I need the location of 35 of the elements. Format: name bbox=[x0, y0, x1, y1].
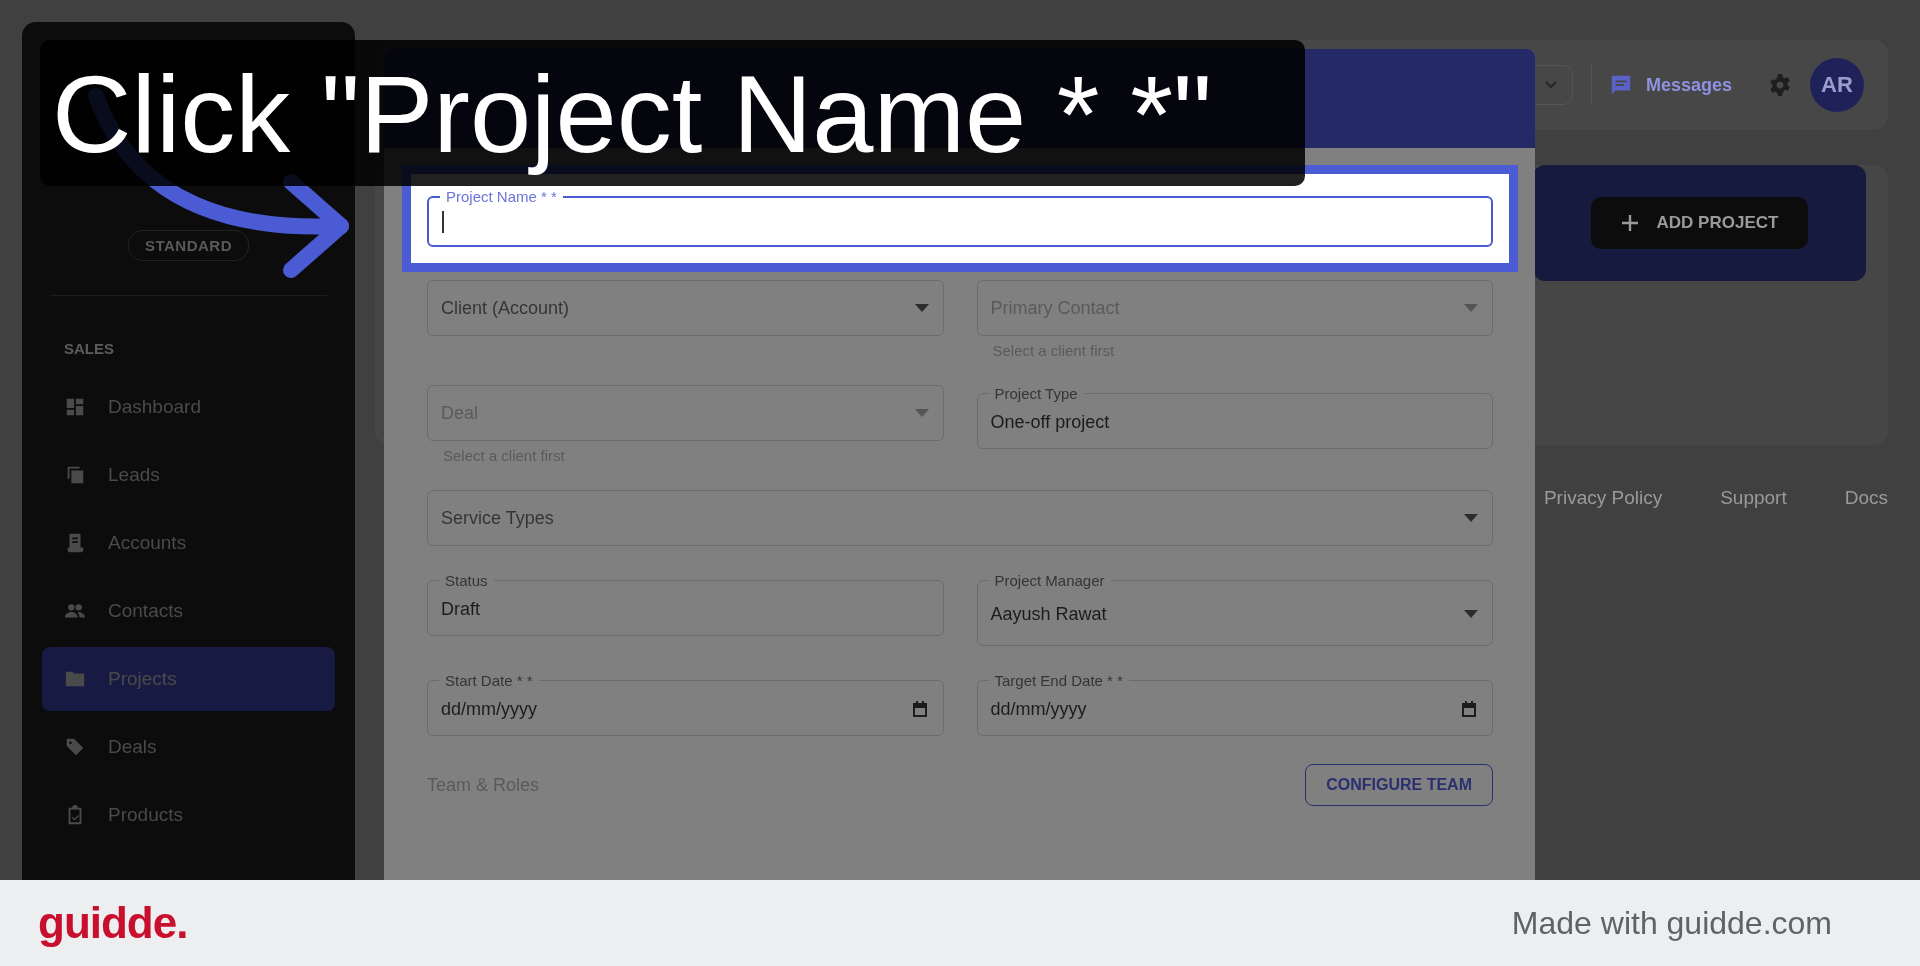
caption-banner: Click "Project Name * *" bbox=[40, 40, 1305, 186]
select-field[interactable]: Client (Account) bbox=[427, 280, 944, 336]
dropdown-arrow-icon bbox=[914, 304, 929, 312]
messages-link[interactable]: Messages bbox=[1609, 74, 1732, 96]
dropdown-arrow-icon bbox=[1464, 514, 1478, 522]
sidebar-item[interactable]: Products bbox=[42, 783, 335, 847]
user-avatar[interactable]: AR bbox=[1810, 58, 1864, 112]
sidebar-item[interactable]: Leads bbox=[42, 443, 335, 507]
made-with-text: Made with guidde.com bbox=[1511, 904, 1832, 942]
tag-icon bbox=[64, 736, 86, 758]
text-field[interactable]: Project Type One-off project bbox=[976, 385, 1493, 449]
calendar-icon[interactable] bbox=[910, 700, 929, 718]
plan-badge: STANDARD bbox=[127, 230, 250, 261]
dropdown-arrow-icon bbox=[1464, 610, 1478, 618]
sidebar-item[interactable]: Contacts bbox=[42, 579, 335, 643]
select-field[interactable]: Service Types bbox=[427, 490, 1493, 546]
brand-logo: guidde. bbox=[38, 898, 188, 948]
sidebar-item[interactable]: Dashboard bbox=[42, 375, 335, 439]
dashboard-icon bbox=[64, 396, 86, 418]
add-project-button[interactable]: ADD PROJECT bbox=[1590, 197, 1809, 249]
configure-team-button[interactable]: CONFIGURE TEAM bbox=[1305, 764, 1493, 806]
text-field[interactable]: Project Name * * bbox=[427, 188, 1493, 247]
sidebar-item[interactable]: Deals bbox=[42, 715, 335, 779]
date-field[interactable]: Target End Date * * dd/mm/yyyy bbox=[976, 672, 1493, 736]
select-field[interactable]: Project Manager Aayush Rawat bbox=[976, 572, 1493, 646]
footer-link[interactable]: Docs bbox=[1844, 487, 1888, 509]
section-heading: SALES bbox=[64, 340, 115, 357]
sidebar-item[interactable]: Accounts bbox=[42, 511, 335, 575]
calendar-icon[interactable] bbox=[1460, 700, 1478, 718]
chat-icon bbox=[1609, 74, 1632, 96]
dropdown-arrow-icon bbox=[914, 409, 929, 417]
dropdown-arrow-icon bbox=[1464, 304, 1478, 312]
footer-link[interactable]: Support bbox=[1720, 487, 1787, 509]
plus-icon bbox=[1620, 214, 1639, 232]
footer-link[interactable]: Privacy Policy bbox=[1543, 487, 1663, 509]
